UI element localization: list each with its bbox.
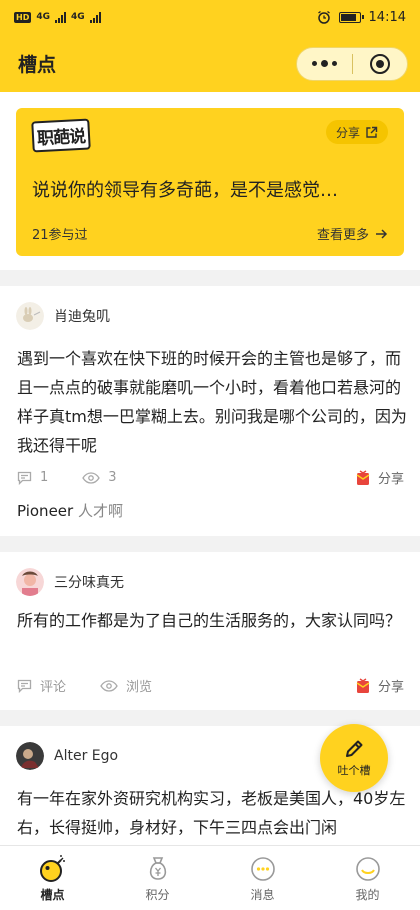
post-card[interactable]: 三分味真无 所有的工作都是为了自己的生活服务的，大家认同吗？ 评论 浏览 分享 (0, 552, 420, 710)
comment-count: 1 (40, 470, 49, 485)
post-card[interactable]: 肖迪兔叽 遇到一个喜欢在快下班的时候开会的主管也是够了，而且一点点的破事就能磨叽… (0, 286, 420, 536)
view-count-indicator: 3 (82, 470, 117, 485)
tab-label: 槽点 (40, 888, 65, 902)
banner-footer: 21参与过 查看更多 (32, 224, 388, 243)
close-button[interactable] (353, 54, 408, 74)
compose-fab[interactable]: 吐个槽 (320, 724, 388, 792)
signal-icon (89, 11, 101, 23)
coin-bag-icon (149, 857, 166, 880)
banner-logo-text: 职葩说 (31, 118, 91, 153)
top-comment-text: 人才啊 (77, 502, 123, 520)
signal-icon (55, 11, 66, 23)
banner-title: 说说你的领导有多奇葩，是不是感觉… (32, 180, 338, 201)
tab-label: 我的 (355, 888, 380, 902)
message-icon (250, 857, 275, 881)
signal-2-label: 4G (71, 12, 85, 22)
post-actions: 评论 浏览 分享 (17, 676, 404, 695)
avatar (16, 568, 44, 596)
post-text: 遇到一个喜欢在快下班的时候开会的主管也是够了，而且一点点的破事就能磨叽一个小时，… (17, 349, 407, 455)
username: Alter Ego (54, 748, 119, 764)
share-label: 分享 (377, 472, 404, 487)
alarm-icon (317, 10, 330, 24)
red-envelope-icon (356, 469, 370, 485)
status-left: HD 4G 4G (14, 11, 101, 23)
avatar (16, 302, 44, 330)
post-text: 有一年在家外资研究机构实习，老板是美国人，40岁左右，长得挺帅，身材好，下午三四… (17, 789, 406, 837)
target-icon (369, 54, 390, 74)
more-options-button[interactable] (297, 60, 352, 67)
comment-button[interactable]: 1 (17, 470, 48, 485)
arrow-right-icon (376, 228, 388, 239)
tab-messages[interactable]: 消息 (210, 846, 315, 910)
post-author[interactable]: 三分味真无 (16, 568, 124, 596)
banner-share-label: 分享 (335, 125, 360, 140)
username: 三分味真无 (54, 575, 124, 591)
title-bar: 槽点 (0, 34, 420, 92)
eye-icon (82, 471, 101, 484)
tab-caodian[interactable]: 槽点 (0, 846, 105, 910)
page-title: 槽点 (18, 53, 57, 76)
fab-label: 吐个槽 (337, 764, 371, 777)
battery-icon (338, 11, 364, 23)
top-comment-user: Pioneer (17, 502, 74, 520)
status-right: 14:14 (317, 10, 406, 25)
topic-banner[interactable]: 职葩说 分享 说说你的领导有多奇葩，是不是感觉… 21参与过 查看更多 (16, 108, 404, 256)
red-envelope-icon (356, 677, 370, 693)
share-out-icon (366, 126, 378, 138)
avatar (16, 742, 44, 770)
post-text: 所有的工作都是为了自己的生活服务的，大家认同吗？ (17, 611, 402, 630)
banner-section: 职葩说 分享 说说你的领导有多奇葩，是不是感觉… 21参与过 查看更多 (0, 92, 420, 270)
comment-icon (17, 471, 32, 485)
bomb-icon (39, 855, 65, 882)
post-author[interactable]: 肖迪兔叽 (16, 302, 110, 330)
clock-time: 14:14 (368, 9, 406, 25)
post-author[interactable]: Alter Ego (16, 742, 118, 770)
signal-1-label: 4G (36, 12, 50, 22)
see-more-link[interactable]: 查看更多 (317, 224, 388, 243)
banner-share-button[interactable]: 分享 (325, 120, 388, 144)
banner-logo: 职葩说 (31, 118, 91, 153)
tab-points[interactable]: 积分 (105, 846, 210, 910)
see-more-label: 查看更多 (316, 228, 369, 243)
pencil-icon (346, 740, 363, 757)
view-label: 浏览 (126, 680, 153, 695)
hd-badge: HD (14, 11, 32, 23)
view-indicator: 浏览 (100, 676, 152, 695)
username: 肖迪兔叽 (54, 309, 110, 325)
share-label: 分享 (377, 680, 404, 695)
tab-label: 消息 (250, 888, 275, 902)
top-comment[interactable]: Pioneer 人才啊 (17, 500, 123, 521)
participant-count: 21参与过 (32, 228, 88, 243)
eye-icon (100, 679, 118, 692)
bottom-tab-bar: 槽点 积分 消息 我的 (0, 845, 420, 910)
share-button[interactable]: 分享 (356, 468, 404, 487)
tab-mine[interactable]: 我的 (315, 846, 420, 910)
smiley-icon (355, 857, 380, 881)
comment-button[interactable]: 评论 (17, 676, 66, 695)
mini-program-capsule (296, 47, 408, 81)
post-actions: 1 3 分享 (17, 468, 404, 487)
comment-label: 评论 (40, 680, 67, 695)
share-button[interactable]: 分享 (356, 676, 404, 695)
tab-label: 积分 (145, 888, 170, 902)
status-bar: HD 4G 4G 14:14 (0, 0, 420, 34)
comment-icon (17, 679, 32, 693)
view-count: 3 (108, 470, 117, 485)
